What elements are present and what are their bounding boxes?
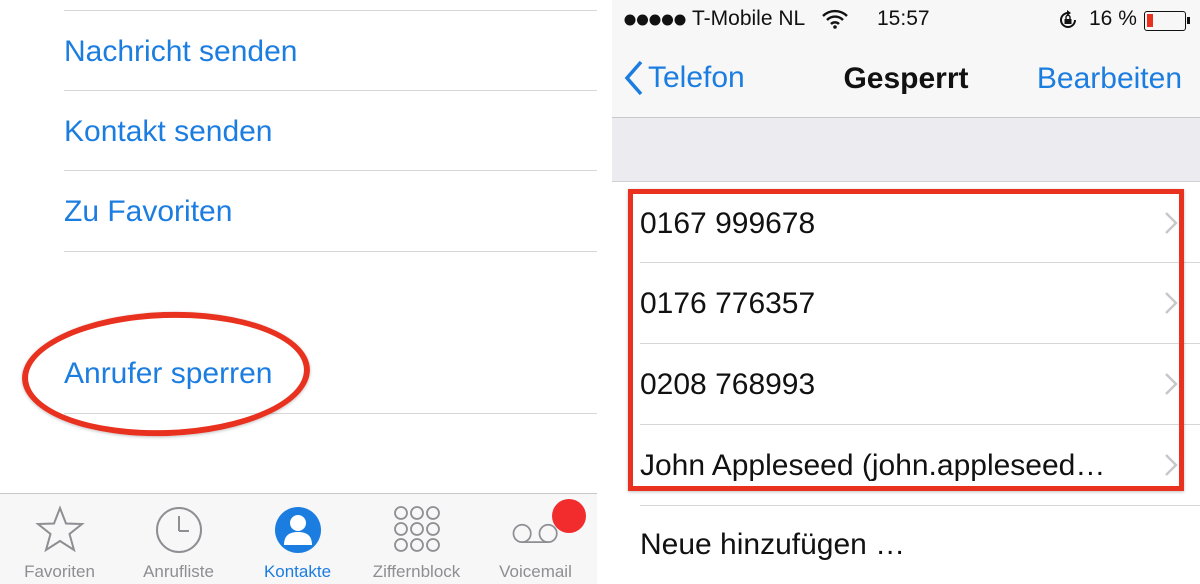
tab-label: Anrufliste <box>143 562 214 581</box>
carrier-name: T-Mobile NL <box>692 7 806 30</box>
add-to-favorites-button[interactable]: Zu Favoriten <box>64 171 597 252</box>
tab-favoriten[interactable]: Favoriten <box>0 494 119 584</box>
voicemail-badge <box>552 499 586 533</box>
add-to-favorites-label: Zu Favoriten <box>64 195 233 228</box>
rotation-lock-icon <box>1060 10 1076 28</box>
person-icon <box>274 507 321 553</box>
send-message-label: Nachricht senden <box>64 35 298 68</box>
battery-percentage: 16 % <box>1089 7 1137 30</box>
section-header-spacer <box>612 118 1200 182</box>
screen-divider <box>597 0 612 584</box>
tab-ziffernblock[interactable]: Ziffernblock <box>357 494 476 584</box>
wifi-icon <box>822 9 848 29</box>
battery-fill <box>1147 14 1153 27</box>
blocked-list-screen: T-Mobile NL 15:57 16 % Telefon Gesperrt <box>612 0 1200 584</box>
annotation-ellipse <box>19 307 313 441</box>
send-contact-label: Kontakt senden <box>64 115 273 148</box>
battery-tip <box>1187 17 1190 24</box>
tab-label: Kontakte <box>263 562 332 581</box>
tab-label: Ziffernblock <box>372 562 461 581</box>
keypad-icon <box>393 506 440 552</box>
send-contact-button[interactable]: Kontakt senden <box>64 91 597 172</box>
contact-detail-screen: Nachricht senden Kontakt senden Zu Favor… <box>0 0 597 584</box>
add-new-button[interactable]: Neue hinzufügen … <box>640 528 905 562</box>
clock-icon <box>155 507 202 553</box>
tab-bar: Favoriten Anrufliste Kontakte Ziffernblo… <box>0 493 597 584</box>
status-time: 15:57 <box>877 7 930 30</box>
annotation-rectangle <box>628 189 1184 491</box>
separator <box>64 251 597 252</box>
separator <box>640 505 1200 506</box>
star-icon <box>34 505 85 553</box>
edit-button[interactable]: Bearbeiten <box>1037 62 1182 96</box>
signal-strength-icon <box>624 14 686 26</box>
tab-label: Favoriten <box>24 562 95 581</box>
tab-label: Voicemail <box>499 562 572 581</box>
battery-icon <box>1144 11 1190 31</box>
send-message-button[interactable]: Nachricht senden <box>64 11 597 92</box>
tab-kontakte[interactable]: Kontakte <box>238 494 357 584</box>
navigation-bar: Telefon Gesperrt Bearbeiten <box>612 40 1200 118</box>
tab-anrufliste[interactable]: Anrufliste <box>119 494 238 584</box>
status-bar: T-Mobile NL 15:57 16 % <box>612 0 1200 40</box>
